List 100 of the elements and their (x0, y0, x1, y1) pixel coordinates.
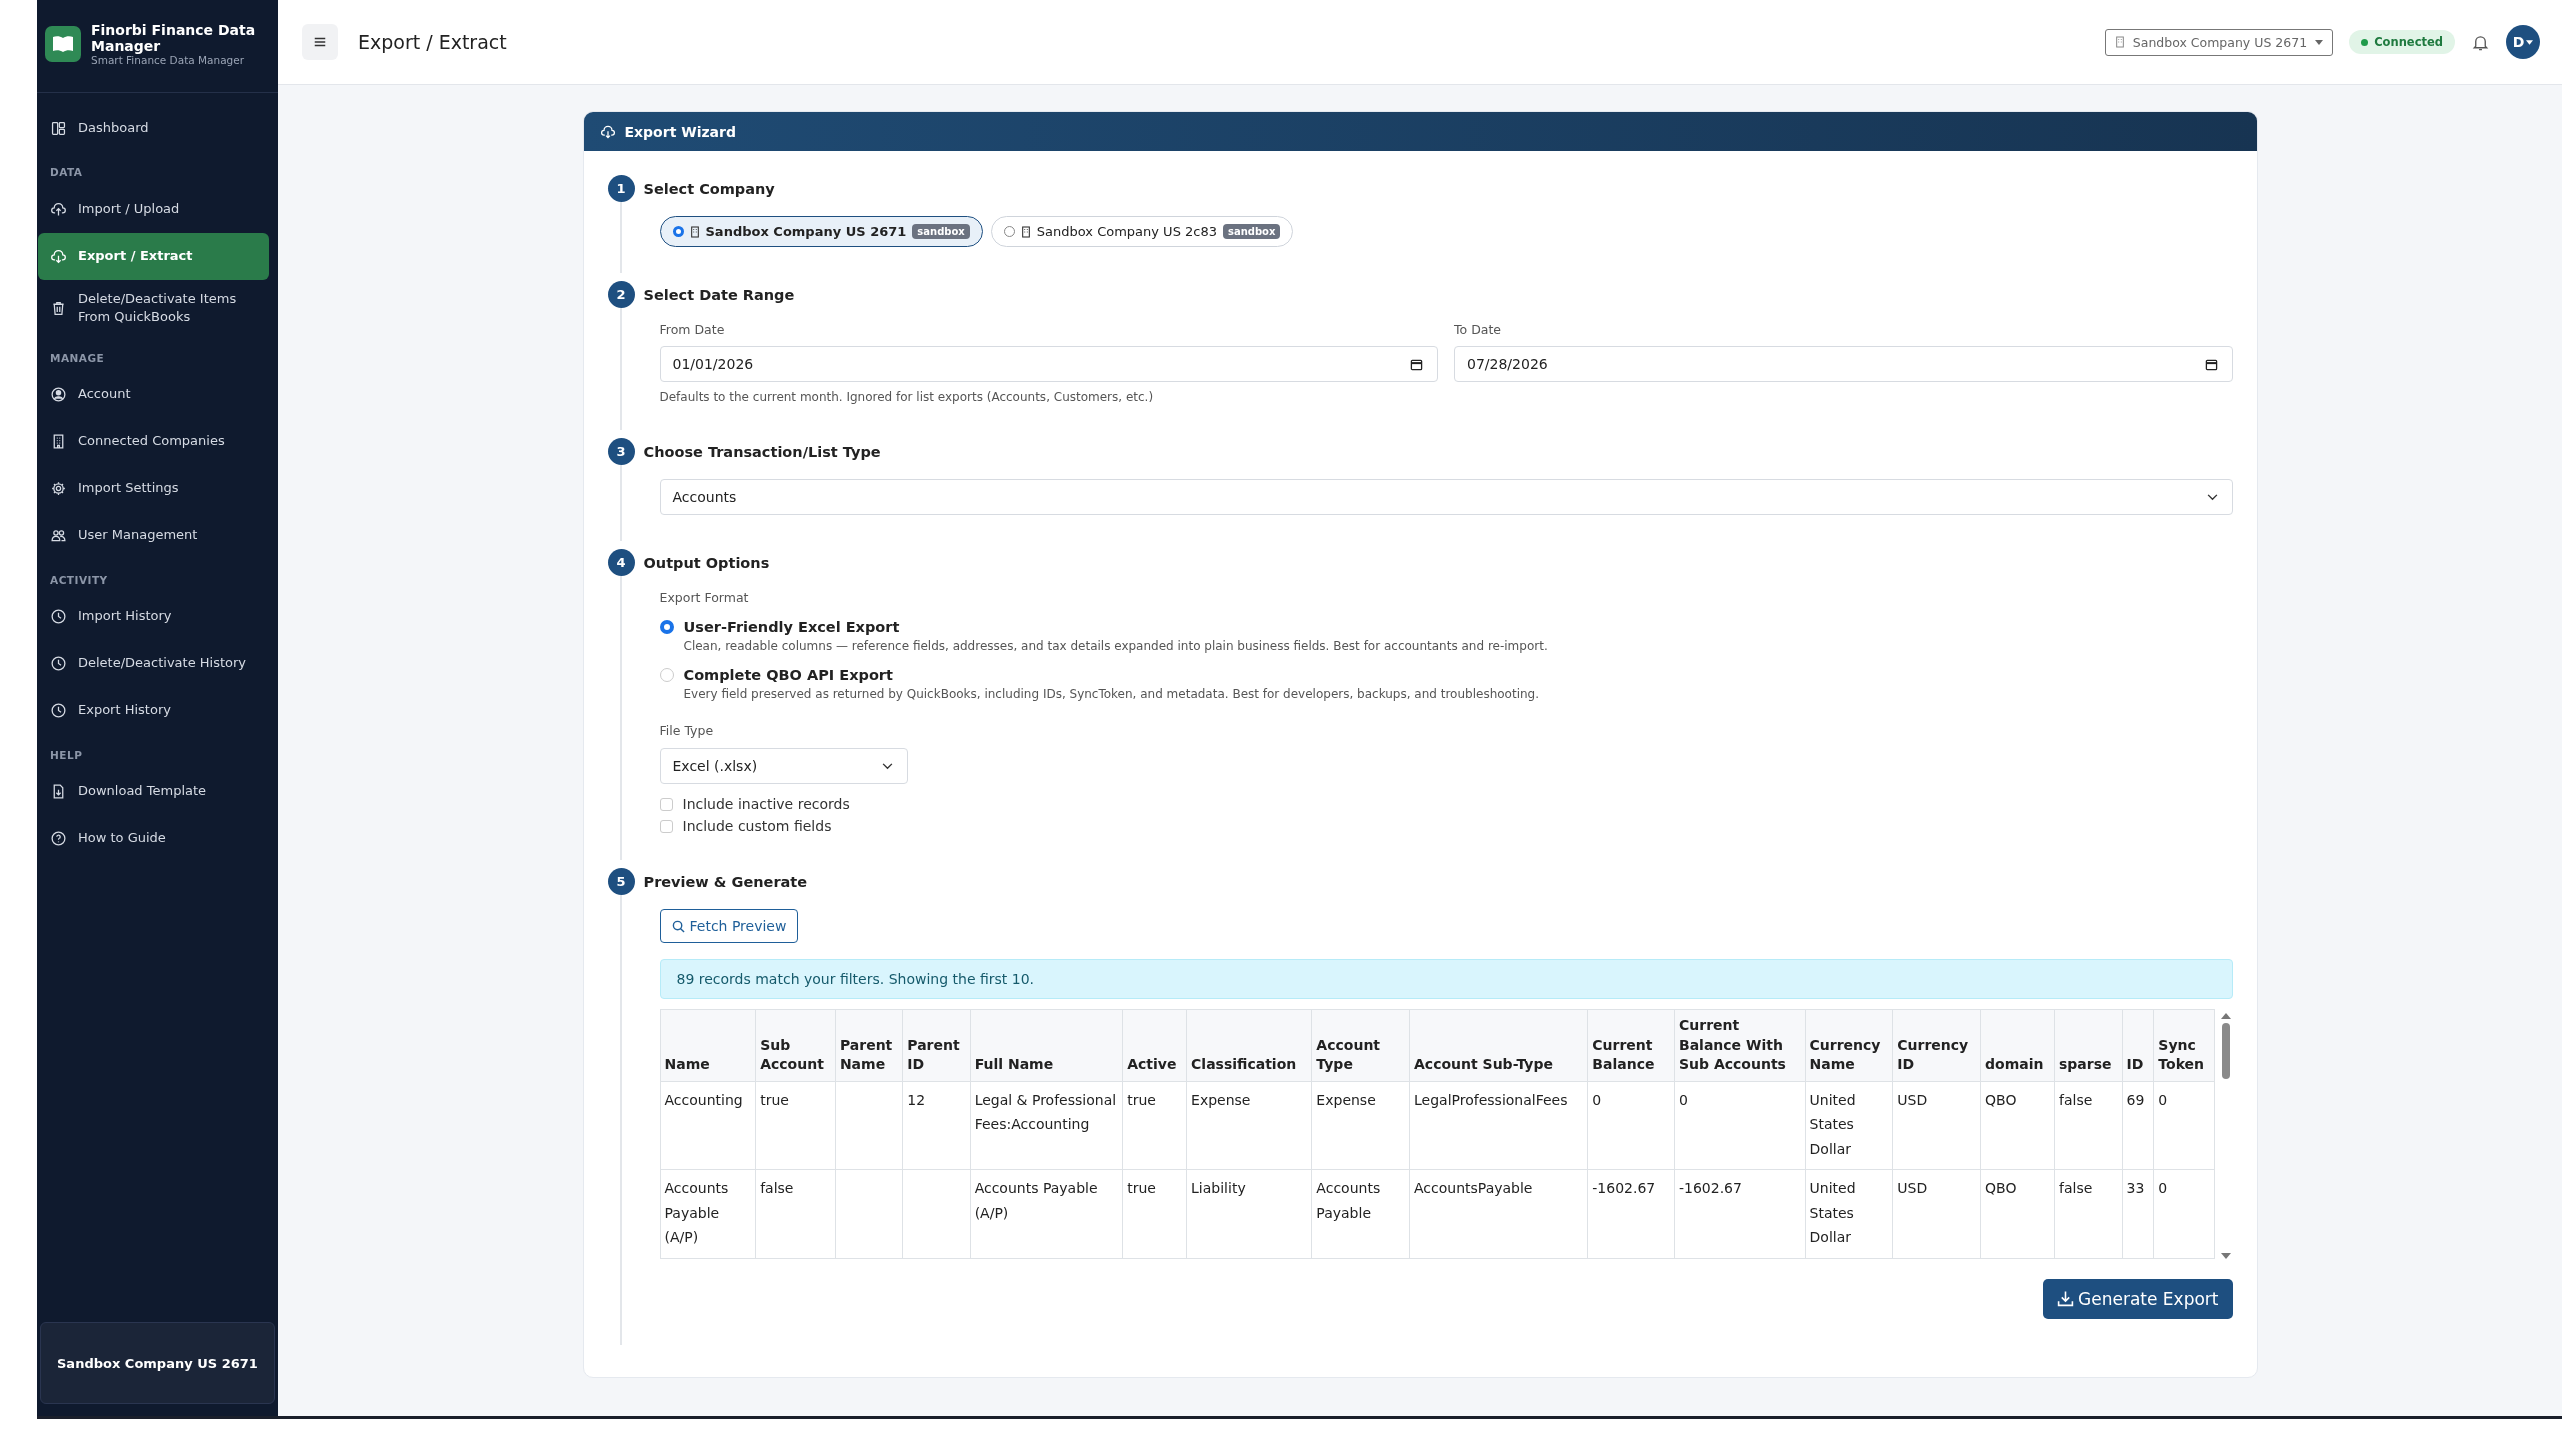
table-cell: Accounts Payable (A/P) (970, 1169, 1123, 1259)
table-cell: -1602.67 (1587, 1169, 1675, 1259)
building-icon (1020, 225, 1031, 238)
column-header: Parent Name (835, 1009, 903, 1082)
checkbox[interactable] (659, 797, 673, 811)
date-field[interactable]: 01/01/2026 (659, 346, 1438, 382)
clock-icon (50, 608, 67, 626)
scroll-up-icon[interactable] (2220, 1013, 2231, 1019)
section-heading: MANAGE (49, 350, 106, 366)
section-heading: DATA (49, 165, 84, 181)
generate-export-button[interactable]: Generate Export (2043, 1278, 2233, 1319)
sidebar-item[interactable]: Import / Upload (38, 186, 269, 234)
step-number: 4 (607, 549, 635, 576)
section-heading: HELP (49, 747, 84, 763)
column-header: Currency Name (1805, 1009, 1893, 1082)
table-cell: QBO (1980, 1169, 2055, 1259)
sidebar-item[interactable]: User Management (38, 512, 269, 560)
cloud-download-icon (599, 123, 616, 140)
date-field[interactable]: 07/28/2026 (1454, 346, 2233, 382)
field-label: Export Format (659, 590, 750, 605)
table-cell: United States Dollar (1805, 1081, 1893, 1170)
sandbox-badge: sandbox (912, 224, 970, 239)
connection-status: Connected (2349, 30, 2455, 54)
download-icon (2057, 1290, 2075, 1308)
sidebar-item[interactable]: How to Guide (38, 815, 269, 863)
table-cell: Liability (1186, 1169, 1312, 1259)
format-description: Clean, readable columns — reference fields, addresses, and tax details expanded into plain business fields. Best for accountants and re-import. (683, 639, 1549, 653)
card-title: Export Wizard (624, 123, 736, 140)
sidebar-item[interactable]: Connected Companies (38, 418, 269, 466)
table-cell: USD (1892, 1169, 1981, 1259)
company-select[interactable]: Sandbox Company US 2671 (2104, 28, 2334, 56)
caret-icon (2526, 39, 2534, 45)
table-cell: USD (1892, 1081, 1981, 1170)
current-company-name: Sandbox Company US 2671 (57, 1355, 258, 1371)
calendar-icon (2204, 357, 2218, 371)
sidebar-item[interactable]: Account (38, 371, 269, 419)
column-header: Currency ID (1892, 1009, 1981, 1082)
chevron-down-icon (881, 762, 893, 770)
hint-text: Defaults to the current month. Ignored for list exports (Accounts, Customers, etc.) (659, 390, 1155, 404)
format-description: Every field preserved as returned by QuickBooks, including IDs, SyncToken, and metadata. Best for developers, backups, and troubleshooting. (683, 687, 1540, 701)
sidebar-item[interactable]: Download Template (38, 768, 269, 816)
sidebar-item[interactable]: Export History (38, 687, 269, 735)
calendar-icon (1410, 357, 1423, 371)
scrollbar-thumb[interactable] (2221, 1023, 2230, 1079)
sidebar-item[interactable]: Export / Extract (38, 233, 269, 281)
table-cell: 69 (2122, 1081, 2154, 1170)
sidebar-item[interactable]: Delete/Deactivate Items From QuickBooks (38, 280, 269, 338)
table-cell: Accounts Payable (1311, 1169, 1410, 1259)
info-text: 89 records match your filters. Showing the first 10. (676, 971, 1035, 987)
table-cell: true (1122, 1081, 1187, 1170)
table-cell: true (755, 1081, 836, 1170)
step-title: Choose Transaction/List Type (643, 443, 881, 460)
table-cell: 12 (902, 1081, 971, 1170)
clock-icon (50, 655, 67, 673)
sidebar-item[interactable]: Delete/Deactivate History (38, 640, 269, 688)
menu-button[interactable] (302, 24, 338, 60)
table-cell: 0 (2153, 1169, 2214, 1259)
building-icon (2114, 36, 2125, 48)
table-cell: Legal & Professional Fees:Accounting (970, 1081, 1123, 1170)
chevron-down-icon (2206, 493, 2218, 501)
file-type-select[interactable]: Excel (.xlsx) (659, 748, 908, 784)
table-cell: 0 (1587, 1081, 1675, 1170)
table-cell: QBO (1980, 1081, 2055, 1170)
field-label: File Type (659, 723, 715, 738)
table-cell: Accounts Payable (A/P) (660, 1169, 756, 1259)
step-number: 5 (607, 868, 635, 895)
table-cell: 0 (2153, 1081, 2214, 1170)
column-header: Current Balance With Sub Accounts (1674, 1009, 1806, 1082)
table-cell: AccountsPayable (1409, 1169, 1588, 1259)
fetch-preview-button[interactable]: Fetch Preview (659, 909, 799, 943)
step-number: 2 (607, 281, 635, 308)
user-avatar-button[interactable]: D (2506, 25, 2540, 59)
table-cell: false (755, 1169, 836, 1259)
format-title: User-Friendly Excel Export (683, 619, 900, 635)
sidebar-item[interactable]: Import Settings (38, 465, 269, 513)
radio-button[interactable] (672, 226, 684, 237)
scroll-down-icon[interactable] (2220, 1252, 2231, 1259)
column-header: Account Type (1311, 1009, 1410, 1082)
column-header: Active (1122, 1009, 1187, 1082)
step-title: Select Date Range (643, 286, 795, 303)
table-cell: false (2054, 1169, 2123, 1259)
format-radio[interactable] (659, 620, 674, 634)
company-option[interactable]: Sandbox Company US 2671 sandbox (659, 216, 983, 247)
sidebar-item[interactable]: Dashboard (38, 105, 269, 153)
field-label: To Date (1454, 322, 1502, 337)
radio-button[interactable] (1003, 226, 1015, 237)
sidebar-item[interactable]: Import History (38, 593, 269, 641)
list-type-select[interactable]: Accounts (659, 479, 2233, 515)
checkbox[interactable] (659, 819, 673, 833)
app-tagline: Smart Finance Data Manager (91, 54, 246, 67)
user-circle-icon (50, 386, 67, 404)
checkbox-label: Include inactive records (682, 796, 850, 812)
trash-icon (50, 299, 67, 317)
format-radio[interactable] (659, 668, 674, 682)
table-cell: false (2054, 1081, 2123, 1170)
column-header: ID (2122, 1009, 2154, 1082)
field-label: From Date (659, 322, 726, 337)
column-header: sparse (2054, 1009, 2123, 1082)
book-logo-icon (45, 26, 81, 63)
table-cell: 0 (1674, 1081, 1806, 1170)
